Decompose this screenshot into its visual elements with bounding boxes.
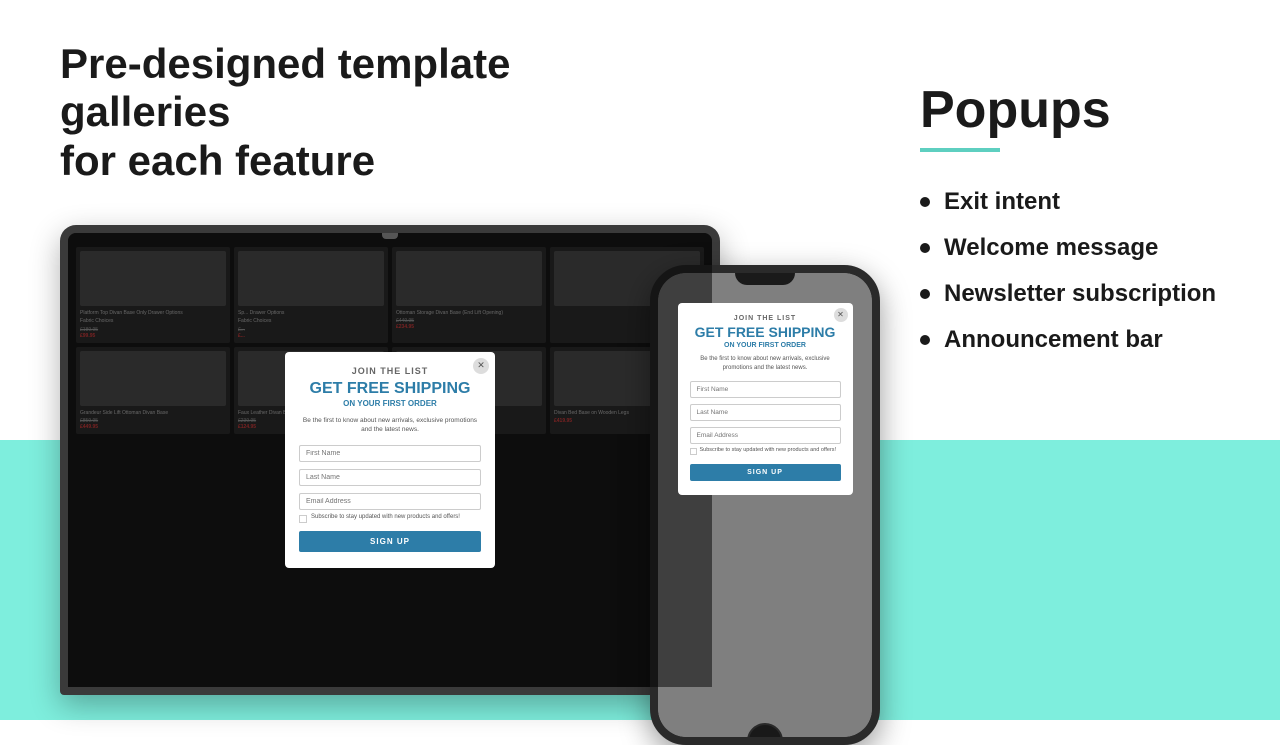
bullet-label: Announcement bar	[944, 326, 1163, 354]
bullet-dot	[920, 289, 930, 299]
main-heading: Pre-designed template galleries for each…	[60, 40, 680, 185]
popup-firstname-input[interactable]	[299, 445, 481, 462]
phone-popup-close-button[interactable]: ✕	[834, 308, 848, 322]
heading-line1: Pre-designed template galleries	[60, 40, 510, 135]
laptop-mockup: Platform Top Divan Base Only Drawer Opti…	[60, 225, 720, 695]
laptop-screen: Platform Top Divan Base Only Drawer Opti…	[68, 233, 712, 687]
popup-close-button[interactable]: ✕	[473, 358, 489, 374]
popup-headline: GET FREE SHIPPING	[299, 380, 481, 398]
bullet-list: Exit intent Welcome message Newsletter s…	[920, 188, 1260, 354]
popup-email-input[interactable]	[299, 493, 481, 510]
popup-checkbox[interactable]	[299, 515, 307, 523]
section-underline	[920, 148, 1000, 152]
phone-popup-checkbox-row: Subscribe to stay updated with new produ…	[690, 447, 841, 455]
phone-popup: ✕ JOIN THE LIST GET FREE SHIPPING ON YOU…	[678, 303, 853, 495]
bullet-item-exit-intent: Exit intent	[920, 188, 1260, 216]
content-wrapper: Pre-designed template galleries for each…	[0, 0, 1280, 720]
bullet-item-welcome-message: Welcome message	[920, 234, 1260, 262]
phone-popup-description: Be the first to know about new arrivals,…	[690, 355, 841, 372]
phone-popup-checkbox-label: Subscribe to stay updated with new produ…	[700, 447, 837, 454]
bullet-item-announcement: Announcement bar	[920, 326, 1260, 354]
popup-checkbox-row: Subscribe to stay updated with new produ…	[299, 514, 481, 523]
left-panel: Pre-designed template galleries for each…	[0, 0, 880, 720]
phone-notch	[735, 273, 795, 285]
bullet-dot	[920, 197, 930, 207]
popup-lastname-input[interactable]	[299, 469, 481, 486]
phone-popup-subheadline: ON YOUR FIRST ORDER	[690, 342, 841, 349]
laptop-base	[60, 687, 720, 695]
right-panel: Popups Exit intent Welcome message Newsl…	[880, 0, 1280, 720]
heading-line2: for each feature	[60, 137, 375, 184]
bullet-dot	[920, 335, 930, 345]
popup-checkbox-label: Subscribe to stay updated with new produ…	[311, 514, 460, 522]
popup-description: Be the first to know about new arrivals,…	[299, 416, 481, 434]
devices-container: Platform Top Divan Base Only Drawer Opti…	[60, 225, 880, 745]
laptop-notch	[382, 233, 398, 239]
bullet-label: Newsletter subscription	[944, 280, 1216, 308]
bullet-dot	[920, 243, 930, 253]
phone-popup-join-text: JOIN THE LIST	[690, 315, 841, 322]
phone-popup-checkbox[interactable]	[690, 448, 697, 455]
laptop-popup-overlay: ✕ JOIN THE LIST GET FREE SHIPPING ON YOU…	[68, 233, 712, 687]
phone-screen: ✕ JOIN THE LIST GET FREE SHIPPING ON YOU…	[658, 273, 872, 737]
phone-popup-signup-button[interactable]: SIGN UP	[690, 464, 841, 481]
phone-popup-overlay: ✕ JOIN THE LIST GET FREE SHIPPING ON YOU…	[658, 273, 872, 737]
popup-join-text: JOIN THE LIST	[299, 366, 481, 376]
laptop-popup: ✕ JOIN THE LIST GET FREE SHIPPING ON YOU…	[285, 352, 495, 569]
phone-popup-lastname-input[interactable]	[690, 404, 841, 421]
bullet-label: Exit intent	[944, 188, 1060, 216]
bullet-label: Welcome message	[944, 234, 1158, 262]
phone-mockup: ✕ JOIN THE LIST GET FREE SHIPPING ON YOU…	[650, 265, 880, 745]
bullet-item-newsletter: Newsletter subscription	[920, 280, 1260, 308]
section-title: Popups	[920, 80, 1260, 140]
popup-signup-button[interactable]: SIGN UP	[299, 531, 481, 552]
popup-subheadline: ON YOUR FIRST ORDER	[299, 399, 481, 408]
phone-popup-headline: GET FREE SHIPPING	[690, 325, 841, 340]
phone-popup-firstname-input[interactable]	[690, 381, 841, 398]
phone-popup-email-input[interactable]	[690, 427, 841, 444]
